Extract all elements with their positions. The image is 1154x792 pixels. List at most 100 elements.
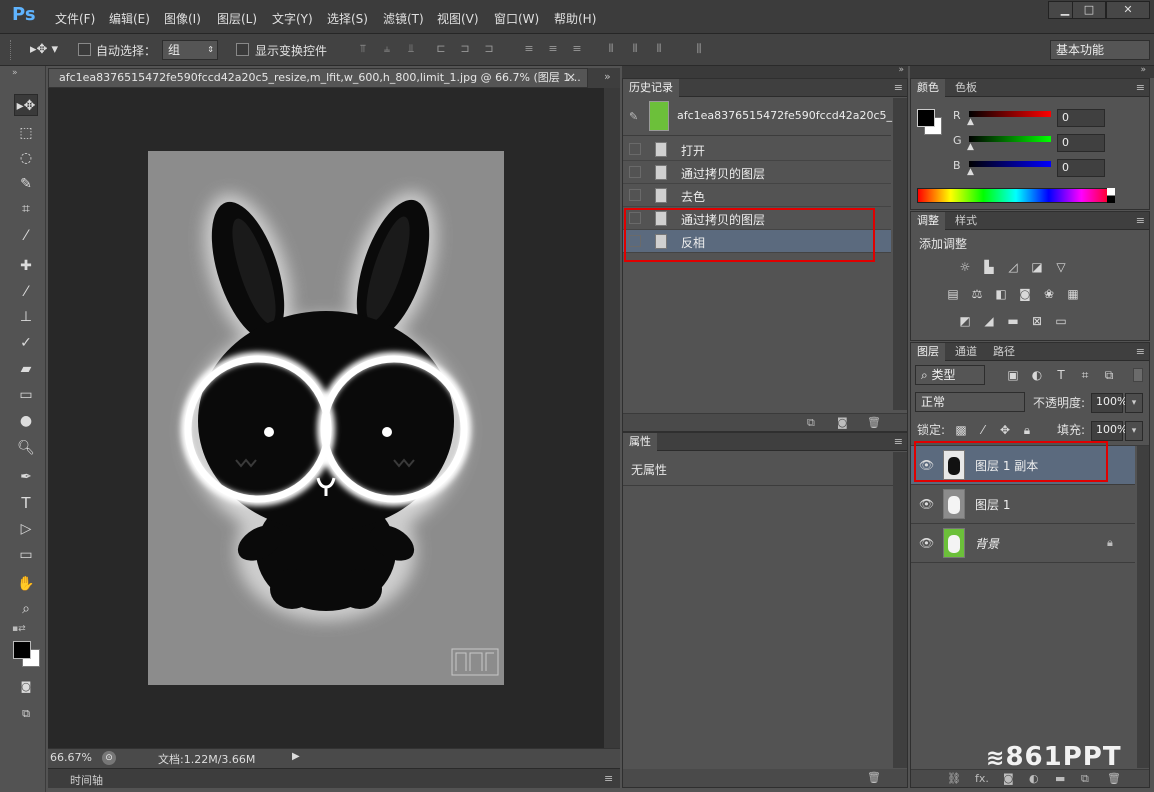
color-spectrum-ramp[interactable]	[917, 188, 1115, 203]
eraser-tool-icon[interactable]: ▰	[14, 358, 38, 380]
history-brush-source-icon[interactable]: ✎	[629, 110, 638, 123]
lasso-tool-icon[interactable]: ◌	[14, 147, 38, 169]
align-vcenter-icon[interactable]: ⫨	[380, 42, 394, 56]
fill-dropdown-arrow-icon[interactable]: ▾	[1125, 421, 1143, 441]
path-select-tool-icon[interactable]: ▷	[14, 518, 38, 540]
history-state-checkbox[interactable]	[629, 166, 641, 178]
menu-file[interactable]: 文件(F)	[55, 10, 95, 27]
menu-image[interactable]: 图像(I)	[164, 10, 201, 27]
channel-mixer-icon[interactable]: ❀	[1041, 287, 1057, 301]
invert-icon[interactable]: ◩	[957, 314, 973, 328]
distribute-top-icon[interactable]: ≡	[522, 42, 536, 56]
stamp-tool-icon[interactable]: ⊥	[14, 306, 38, 328]
history-item[interactable]: 通过拷贝的图层	[623, 161, 891, 184]
black-white-icon[interactable]: ◧	[993, 287, 1009, 301]
trash-icon[interactable]: 🗑︎	[867, 771, 881, 784]
auto-select-checkbox[interactable]	[78, 43, 91, 56]
new-layer-icon[interactable]: ⧉	[1081, 772, 1089, 786]
menu-select[interactable]: 选择(S)	[327, 10, 368, 27]
exposure-icon[interactable]: ◪	[1029, 260, 1045, 274]
blue-slider[interactable]	[969, 161, 1051, 167]
tab-swatches[interactable]: 色板	[949, 79, 983, 97]
levels-icon[interactable]: ▙	[981, 260, 997, 274]
timeline-tab[interactable]: 时间轴	[70, 772, 103, 788]
distribute-hcenter-icon[interactable]: ⦀	[628, 42, 642, 56]
layer-row[interactable]: 👁︎ 背景 🔒︎	[911, 524, 1135, 563]
threshold-icon[interactable]: ▬	[1005, 314, 1021, 328]
history-item[interactable]: 打开	[623, 138, 891, 161]
toolbox-collapse-icon[interactable]: »	[12, 68, 18, 78]
lock-transparent-icon[interactable]: ▩	[953, 423, 969, 437]
vertical-scrollbar[interactable]	[604, 88, 620, 748]
filter-type-icon[interactable]: T	[1053, 368, 1069, 382]
visibility-eye-icon[interactable]: 👁︎	[919, 497, 934, 511]
history-brush-tool-icon[interactable]: ✓	[14, 332, 38, 354]
menu-filter[interactable]: 滤镜(T)	[383, 10, 424, 27]
filter-adjustment-icon[interactable]: ◐	[1029, 368, 1045, 382]
slider-thumb-icon[interactable]: ▲	[967, 167, 974, 177]
screen-mode-icon[interactable]: ⧉	[14, 703, 38, 725]
layer-style-fx-icon[interactable]: fx.	[975, 772, 989, 785]
trash-icon[interactable]: 🗑︎	[867, 416, 881, 429]
visibility-eye-icon[interactable]: 👁︎	[919, 536, 934, 550]
layer-name[interactable]: 图层 1	[975, 496, 1010, 513]
document-image[interactable]	[148, 151, 504, 685]
gradient-map-icon[interactable]: ▭	[1053, 314, 1069, 328]
add-mask-icon[interactable]: ◙	[1003, 772, 1014, 785]
layer-filter-dropdown[interactable]: ⌕ 类型	[915, 365, 985, 385]
gradient-tool-icon[interactable]: ▭	[14, 384, 38, 406]
default-colors-icon[interactable]: ▪⇄	[12, 624, 26, 634]
lock-all-icon[interactable]: 🔒︎	[1019, 423, 1035, 437]
brush-tool-icon[interactable]: ⁄	[14, 281, 38, 303]
dock-collapse-icon[interactable]: »	[898, 65, 904, 75]
opacity-field[interactable]: 100%	[1091, 393, 1127, 413]
new-adjustment-icon[interactable]: ◐	[1029, 772, 1039, 785]
filter-smart-object-icon[interactable]: ⧉	[1101, 368, 1117, 382]
shape-tool-icon[interactable]: ▭	[14, 544, 38, 566]
history-scrollbar[interactable]	[893, 98, 907, 410]
tab-styles[interactable]: 样式	[949, 212, 983, 230]
healing-brush-tool-icon[interactable]: ✚	[14, 255, 38, 277]
history-state-checkbox[interactable]	[629, 189, 641, 201]
properties-scrollbar[interactable]	[893, 452, 907, 768]
color-menu-icon[interactable]: ≡	[1136, 81, 1145, 94]
layers-scrollbar[interactable]	[1137, 446, 1149, 768]
link-layers-icon[interactable]: ⛓	[947, 772, 961, 785]
auto-align-icon[interactable]: ⫼	[692, 42, 706, 56]
status-menu-arrow-icon[interactable]: ▶	[292, 751, 300, 762]
quick-select-tool-icon[interactable]: ✎	[14, 173, 38, 195]
move-tool-preset-icon[interactable]: ▸✥ ▾	[30, 42, 58, 57]
layer-name[interactable]: 背景	[975, 535, 999, 552]
document-tab[interactable]: afc1ea8376515472fe590fccd42a20c5_resize,…	[48, 68, 588, 88]
foreground-color-swatch[interactable]	[13, 641, 31, 659]
show-transform-checkbox[interactable]	[236, 43, 249, 56]
menu-edit[interactable]: 编辑(E)	[109, 10, 150, 27]
opacity-dropdown-arrow-icon[interactable]: ▾	[1125, 393, 1143, 413]
blend-mode-dropdown[interactable]: 正常	[915, 392, 1025, 412]
crop-tool-icon[interactable]: ⌗	[14, 198, 38, 220]
posterize-icon[interactable]: ◢	[981, 314, 997, 328]
distribute-right-icon[interactable]: ⦀	[652, 42, 666, 56]
distribute-bottom-icon[interactable]: ≡	[570, 42, 584, 56]
lock-position-icon[interactable]: ✥	[997, 423, 1013, 437]
dock-collapse-icon[interactable]: »	[1140, 65, 1146, 75]
workspace-dropdown[interactable]: 基本功能	[1050, 40, 1150, 60]
blue-value-field[interactable]: 0	[1057, 159, 1105, 177]
timeline-menu-icon[interactable]: ≡	[604, 772, 613, 785]
photo-filter-icon[interactable]: ◙	[1017, 287, 1033, 301]
filter-shape-icon[interactable]: ⌗	[1077, 368, 1093, 382]
hue-saturation-icon[interactable]: ▤	[945, 287, 961, 301]
close-button[interactable]: ✕	[1106, 1, 1150, 19]
tab-color[interactable]: 颜色	[911, 79, 945, 97]
vibrance-icon[interactable]: ▽	[1053, 260, 1069, 274]
eyedropper-tool-icon[interactable]: ⁄	[14, 225, 38, 247]
slider-thumb-icon[interactable]: ▲	[967, 117, 974, 127]
bw-ramp[interactable]	[1107, 188, 1115, 203]
hand-tool-icon[interactable]: ✋	[14, 573, 38, 595]
history-state-checkbox[interactable]	[629, 143, 641, 155]
color-foreground-swatch[interactable]	[917, 109, 935, 127]
zoom-level[interactable]: 66.67%	[50, 751, 92, 764]
adjustments-menu-icon[interactable]: ≡	[1136, 214, 1145, 227]
maximize-button[interactable]: □	[1072, 1, 1106, 19]
align-left-icon[interactable]: ⊏	[434, 42, 448, 56]
